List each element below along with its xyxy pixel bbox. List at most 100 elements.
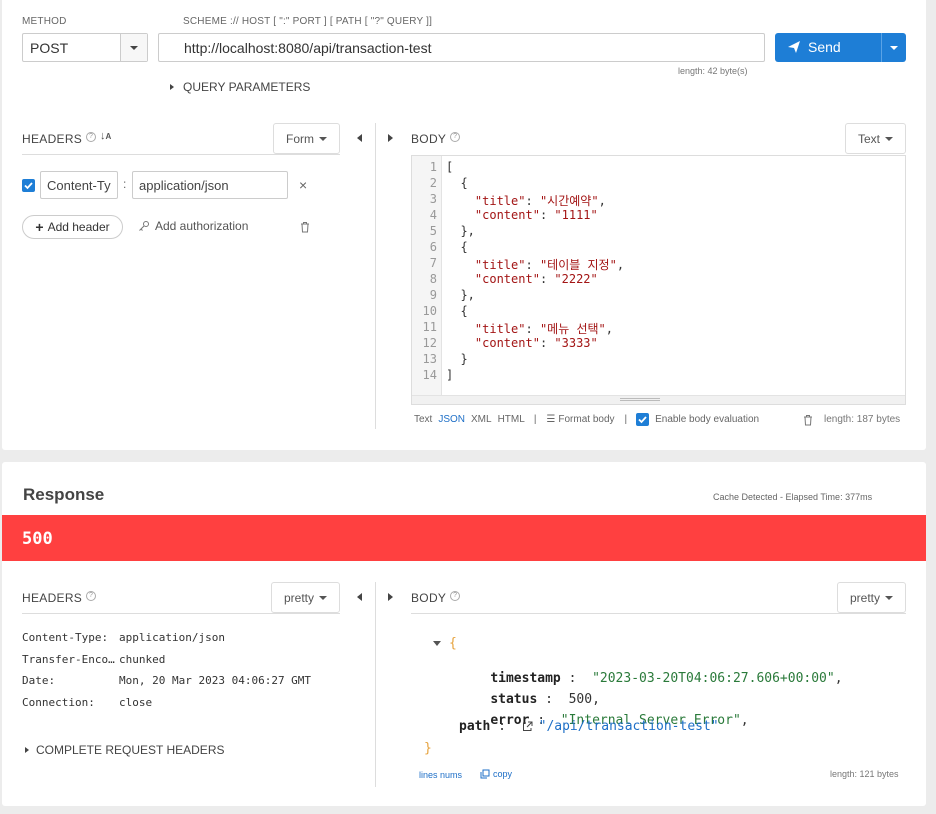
complete-request-headers-toggle[interactable]: COMPLETE REQUEST HEADERS xyxy=(25,743,224,757)
body-code-line: "title": "시간예약", xyxy=(474,194,606,208)
headers-mode-dropdown[interactable]: Form xyxy=(273,123,340,154)
chevron-down-icon xyxy=(890,45,898,50)
key-icon xyxy=(139,221,149,231)
method-label: METHOD xyxy=(22,16,67,27)
lines-nums-toggle[interactable]: lines nums xyxy=(419,770,462,780)
body-line-number: 13 xyxy=(422,352,437,366)
query-parameters-toggle[interactable]: QUERY PARAMETERS xyxy=(170,80,310,94)
send-icon xyxy=(788,41,800,53)
body-footer: Text JSON XML HTML | ☰ Format body | Ena… xyxy=(414,413,760,426)
plus-icon: + xyxy=(35,219,44,235)
method-select[interactable]: POST xyxy=(22,33,148,62)
body-line-number: 7 xyxy=(429,256,437,270)
body-code-line: "content": "3333" xyxy=(474,336,598,350)
trash-icon[interactable] xyxy=(300,221,310,233)
scheme-label: SCHEME :// HOST [ ":" PORT ] [ PATH [ "?… xyxy=(183,16,433,27)
caret-right-icon xyxy=(25,747,29,753)
body-editor[interactable]: 1 [2 {3 "title": "시간예약", 4 "content": "111… xyxy=(411,155,906,405)
collapse-left-icon[interactable] xyxy=(357,134,362,142)
sort-icon[interactable]: ↓A xyxy=(100,130,111,142)
body-code-line: }, xyxy=(446,224,475,238)
body-code-line: "content": "1111" xyxy=(474,208,598,222)
response-header-name: Connection: xyxy=(22,696,95,709)
response-header-name: Content-Type: xyxy=(22,631,109,644)
format-json-link[interactable]: JSON xyxy=(438,414,465,425)
body-code-line: }, xyxy=(446,288,475,302)
help-icon: ? xyxy=(450,132,461,142)
format-text-link[interactable]: Text xyxy=(414,414,432,425)
body-code-line: "title": "테이블 지정", xyxy=(474,258,625,272)
format-body-button[interactable]: Format body xyxy=(558,414,614,425)
body-code-line: { xyxy=(446,176,468,190)
check-icon xyxy=(638,416,647,424)
resize-handle[interactable] xyxy=(620,398,660,401)
status-code: 500 xyxy=(22,529,53,549)
add-authorization-button[interactable]: Add authorization xyxy=(138,219,248,233)
send-button[interactable]: Send xyxy=(775,33,906,62)
header-separator: : xyxy=(123,177,127,191)
response-header-value: application/json xyxy=(119,631,225,644)
method-dropdown-toggle[interactable] xyxy=(120,34,147,61)
status-bar: 500 xyxy=(2,515,926,561)
chevron-down-icon xyxy=(130,45,138,50)
collapse-right-icon[interactable] xyxy=(388,593,393,601)
response-header-value: close xyxy=(119,696,153,709)
help-icon: ? xyxy=(86,132,97,142)
method-value: POST xyxy=(30,40,69,56)
response-headers-title: HEADERS? xyxy=(22,591,97,605)
copy-icon xyxy=(480,769,490,779)
body-code-line: { xyxy=(446,240,468,254)
header-name-input[interactable]: Content-Ty xyxy=(40,171,118,199)
body-line-number: 4 xyxy=(429,208,437,222)
response-header-value: Mon, 20 Mar 2023 04:06:27 GMT xyxy=(119,674,312,687)
url-input[interactable]: http://localhost:8080/api/transaction-te… xyxy=(158,33,765,62)
header-value-input[interactable]: application/json xyxy=(132,171,288,199)
response-body-mode-dropdown[interactable]: pretty xyxy=(837,582,906,613)
trash-icon[interactable] xyxy=(803,414,813,426)
chevron-down-icon xyxy=(885,595,893,600)
body-line-number: 8 xyxy=(429,272,437,286)
body-code-line: "title": "메뉴 선택", xyxy=(474,322,614,336)
body-line-number: 14 xyxy=(422,368,437,382)
json-path-link[interactable]: "/api/transaction-test" xyxy=(539,719,719,734)
body-line-number: 12 xyxy=(422,336,437,350)
response-headers-mode-dropdown[interactable]: pretty xyxy=(271,582,340,613)
format-html-link[interactable]: HTML xyxy=(498,414,525,425)
body-line-number: 5 xyxy=(429,224,437,238)
body-line-number: 1 xyxy=(429,160,437,174)
body-line-number: 3 xyxy=(429,192,437,206)
copy-button[interactable]: copy xyxy=(480,769,512,779)
url-value: http://localhost:8080/api/transaction-te… xyxy=(184,40,432,56)
chevron-down-icon xyxy=(885,136,893,141)
enable-eval-checkbox[interactable] xyxy=(636,413,650,426)
request-body-title: BODY? xyxy=(411,132,461,146)
body-line-number: 6 xyxy=(429,240,437,254)
send-options-toggle[interactable] xyxy=(881,33,906,62)
collapse-left-icon[interactable] xyxy=(357,593,362,601)
header-enabled-checkbox[interactable] xyxy=(22,179,35,192)
response-header-value: chunked xyxy=(119,653,166,666)
remove-header-icon[interactable]: × xyxy=(299,177,307,193)
format-xml-link[interactable]: XML xyxy=(471,414,492,425)
body-code-line: "content": "2222" xyxy=(474,272,598,286)
body-mode-dropdown[interactable]: Text xyxy=(845,123,906,154)
request-body-length: length: 187 bytes xyxy=(824,414,901,425)
external-link-icon[interactable] xyxy=(522,721,533,732)
add-header-button[interactable]: + Add header xyxy=(22,215,123,239)
body-line-number: 2 xyxy=(429,176,437,190)
json-close-brace: } xyxy=(424,741,432,756)
json-field-path: path : "/api/transaction-test" xyxy=(459,719,719,734)
collapse-json-icon[interactable] xyxy=(433,641,441,646)
body-line-number: 9 xyxy=(429,288,437,302)
url-length: length: 42 byte(s) xyxy=(678,66,748,76)
help-icon: ? xyxy=(450,591,461,601)
body-line-number: 10 xyxy=(422,304,437,318)
body-code-line: { xyxy=(446,304,468,318)
response-body-length: length: 121 bytes xyxy=(830,769,899,779)
response-header-name: Transfer-Enco… xyxy=(22,653,115,666)
check-icon xyxy=(24,182,33,190)
collapse-right-icon[interactable] xyxy=(388,134,393,142)
query-parameters-label: QUERY PARAMETERS xyxy=(183,80,311,94)
chevron-down-icon xyxy=(319,595,327,600)
caret-right-icon xyxy=(170,84,174,90)
